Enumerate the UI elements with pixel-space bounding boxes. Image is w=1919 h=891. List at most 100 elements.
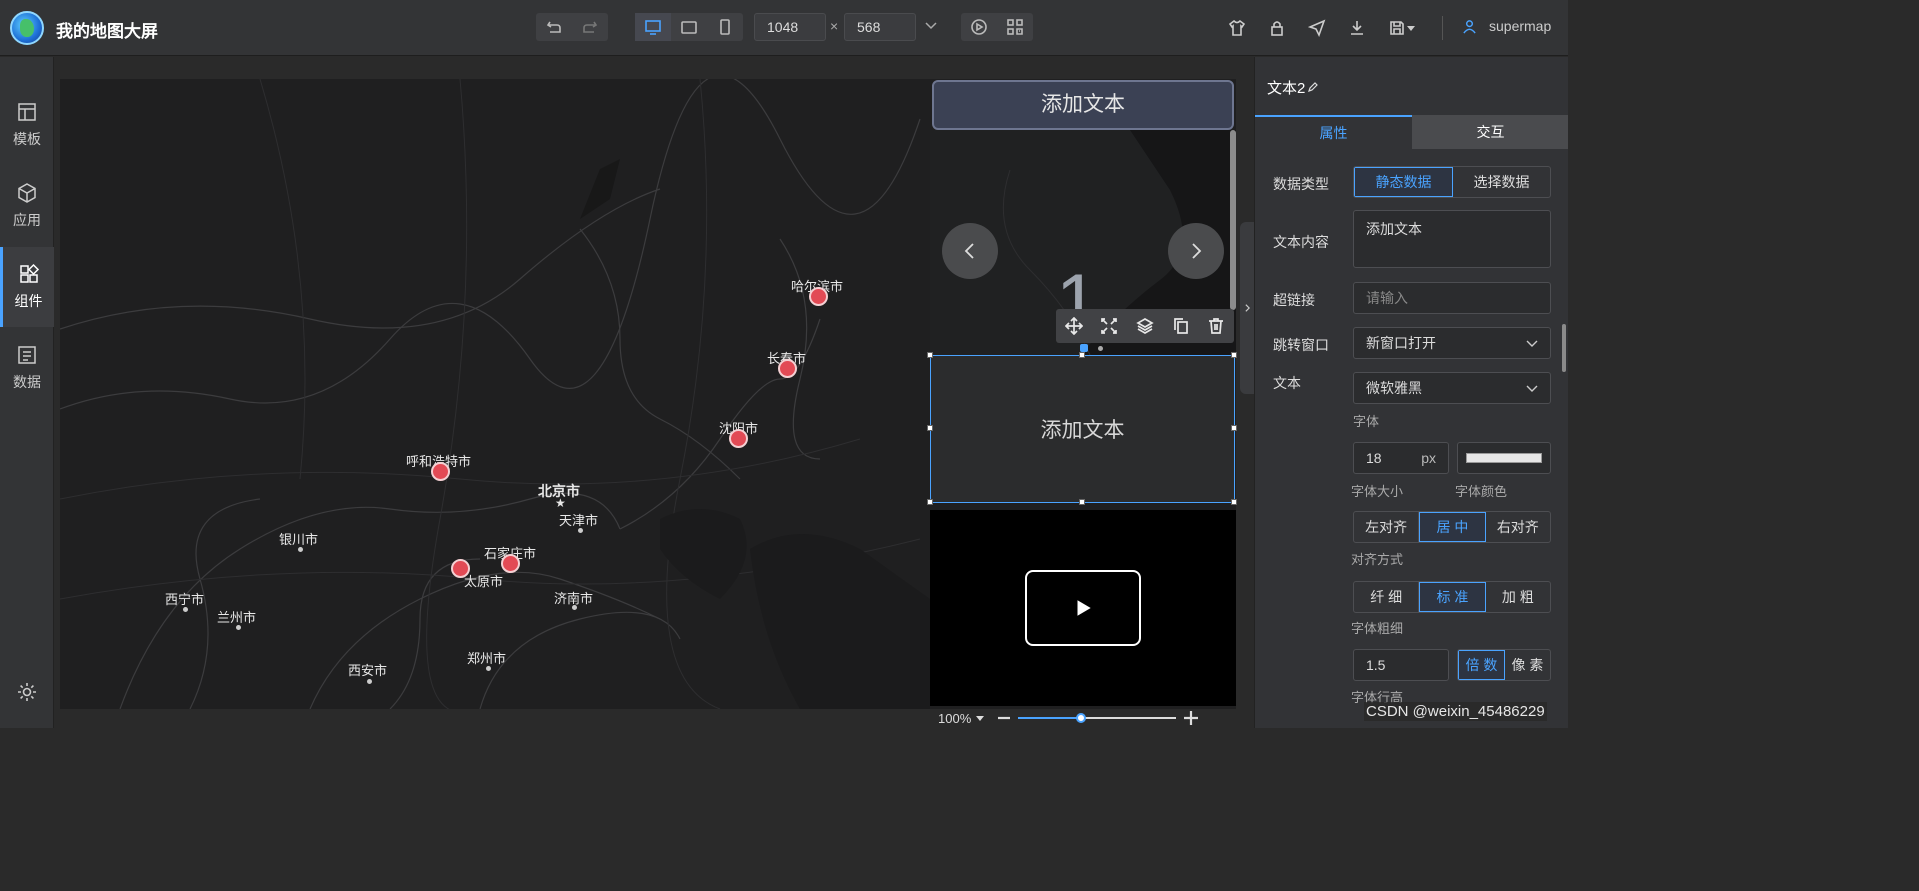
carousel-prev-icon[interactable]: [942, 223, 998, 279]
download-icon[interactable]: [1337, 16, 1377, 40]
font-size-input[interactable]: 18 px: [1353, 442, 1449, 474]
line-height-pixel-option[interactable]: 像 素: [1505, 650, 1550, 680]
line-height-multiple-option[interactable]: 倍 数: [1458, 650, 1505, 680]
video-play-icon[interactable]: [1025, 570, 1141, 646]
resize-handle[interactable]: [1079, 352, 1085, 358]
resize-handle[interactable]: [927, 499, 933, 505]
undo-icon[interactable]: [536, 13, 572, 41]
nav-apps[interactable]: 应用: [0, 166, 54, 246]
template-icon: [18, 103, 36, 121]
tab-interaction[interactable]: 交互: [1412, 115, 1568, 149]
layers-icon[interactable]: [1136, 317, 1154, 335]
height-input[interactable]: 568: [844, 13, 916, 41]
panel-collapse-toggle[interactable]: [1240, 222, 1254, 394]
zoom-slider[interactable]: [1018, 717, 1176, 719]
video-widget[interactable]: [930, 510, 1236, 706]
zoom-value[interactable]: 100%: [938, 711, 971, 726]
text-content-textarea[interactable]: 添加文本: [1353, 210, 1551, 268]
move-icon[interactable]: [1064, 317, 1083, 335]
edit-pencil-icon[interactable]: [1307, 81, 1319, 93]
theme-shirt-icon[interactable]: [1217, 16, 1257, 40]
align-right-option[interactable]: 右对齐: [1486, 512, 1550, 542]
jump-window-label: 跳转窗口: [1273, 337, 1329, 353]
component-name-text: 文本2: [1267, 80, 1306, 97]
settings-gear-icon[interactable]: [16, 681, 38, 703]
resize-handle[interactable]: [1231, 499, 1237, 505]
font-weight-sublabel: 字体粗细: [1351, 621, 1404, 636]
carousel-indicator[interactable]: [1098, 346, 1103, 351]
capital-star-icon: ★: [555, 496, 566, 510]
font-color-picker[interactable]: [1457, 442, 1551, 474]
carousel-indicator-active[interactable]: [1080, 344, 1088, 352]
hyperlink-input[interactable]: 请输入: [1353, 282, 1551, 314]
select-data-option[interactable]: 选择数据: [1453, 167, 1550, 197]
line-height-input[interactable]: 1.5: [1353, 649, 1449, 681]
tab-properties[interactable]: 属性: [1255, 115, 1412, 149]
panel-scrollbar[interactable]: [1562, 324, 1566, 372]
fit-screen-icon[interactable]: [1100, 317, 1118, 335]
left-nav: 模板 应用 组件 数据: [0, 57, 54, 728]
user-menu[interactable]: supermap: [1462, 18, 1551, 34]
city-marker[interactable]: [809, 287, 828, 306]
resize-handle[interactable]: [1231, 425, 1237, 431]
weight-bold-option[interactable]: 加 粗: [1486, 582, 1550, 612]
font-color-sublabel: 字体颜色: [1455, 484, 1508, 499]
delete-trash-icon[interactable]: [1207, 317, 1225, 335]
jump-window-select[interactable]: 新窗口打开: [1353, 327, 1551, 359]
title-widget[interactable]: 添加文本: [932, 80, 1234, 130]
send-icon[interactable]: [1297, 16, 1337, 40]
save-icon[interactable]: [1377, 16, 1427, 40]
watermark-text: CSDN @weixin_45486229: [1364, 702, 1547, 721]
city-point: [578, 528, 583, 533]
city-point: [183, 607, 188, 612]
redo-icon[interactable]: [572, 13, 608, 41]
font-size-unit: px: [1421, 450, 1436, 466]
align-center-option[interactable]: 居 中: [1419, 512, 1486, 542]
line-height-unit-toggle: 倍 数 像 素: [1457, 649, 1551, 681]
nav-data[interactable]: 数据: [0, 328, 54, 408]
carousel-next-icon[interactable]: [1168, 223, 1224, 279]
city-label: 西安市: [348, 663, 388, 678]
resize-handle[interactable]: [927, 425, 933, 431]
city-marker[interactable]: [729, 429, 748, 448]
city-marker[interactable]: [431, 462, 450, 481]
selected-text-widget[interactable]: 添加文本: [930, 355, 1235, 503]
nav-label: 数据: [13, 374, 41, 390]
font-family-select[interactable]: 微软雅黑: [1353, 372, 1551, 404]
static-data-option[interactable]: 静态数据: [1354, 167, 1453, 197]
zoom-slider-knob[interactable]: [1076, 713, 1086, 723]
zoom-in-icon[interactable]: [1182, 709, 1200, 727]
nav-components[interactable]: 组件: [0, 247, 54, 327]
component-name[interactable]: 文本2: [1267, 77, 1319, 98]
resize-handle[interactable]: [927, 352, 933, 358]
tablet-view-icon[interactable]: [671, 13, 707, 41]
resize-handle[interactable]: [1079, 499, 1085, 505]
copy-icon[interactable]: [1172, 317, 1190, 335]
align-left-option[interactable]: 左对齐: [1354, 512, 1420, 542]
city-label: 郑州市: [467, 651, 507, 666]
resize-handle[interactable]: [1231, 352, 1237, 358]
nav-template[interactable]: 模板: [0, 85, 54, 165]
mobile-view-icon[interactable]: [707, 13, 743, 41]
app-root: 我的地图大屏 1048 × 568 supermap 模板 应用 组件 数据 北…: [0, 0, 1568, 728]
weight-thin-option[interactable]: 纤 细: [1354, 582, 1420, 612]
play-preview-icon[interactable]: [961, 13, 997, 41]
weight-normal-option[interactable]: 标 准: [1419, 582, 1486, 612]
carousel-scrollbar[interactable]: [1230, 130, 1236, 310]
top-bar: 我的地图大屏 1048 × 568 supermap: [0, 0, 1568, 56]
width-input[interactable]: 1048: [754, 13, 826, 41]
chevron-down-icon[interactable]: [924, 18, 938, 32]
city-marker[interactable]: [501, 554, 520, 573]
zoom-dropdown-icon[interactable]: [975, 713, 985, 723]
lock-icon[interactable]: [1257, 16, 1297, 40]
desktop-view-icon[interactable]: [635, 13, 671, 41]
data-type-toggle: 静态数据 选择数据: [1353, 166, 1551, 198]
text-align-toggle: 左对齐 居 中 右对齐: [1353, 511, 1551, 543]
zoom-out-icon[interactable]: [996, 710, 1012, 726]
city-label: 银川市: [279, 532, 319, 547]
zoom-slider-fill: [1018, 717, 1077, 719]
city-marker[interactable]: [778, 359, 797, 378]
qrcode-icon[interactable]: [997, 13, 1033, 41]
chevron-right-icon: [1244, 304, 1250, 312]
app-title: 我的地图大屏: [56, 22, 158, 41]
